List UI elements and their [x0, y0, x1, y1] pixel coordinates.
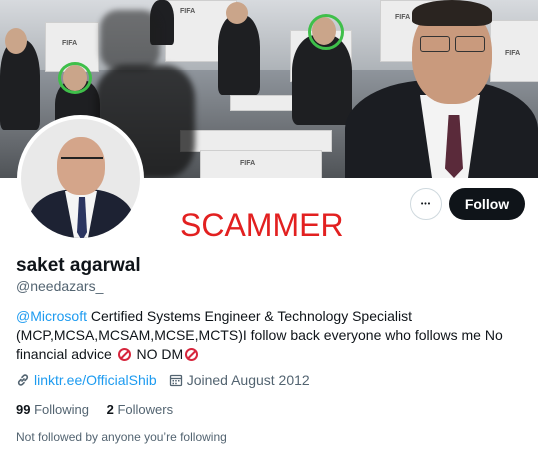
banner-blurred-head: [100, 10, 160, 70]
profile-avatar[interactable]: [17, 115, 144, 242]
banner-fifa-logo: FIFA: [62, 40, 78, 47]
banner-fifa-logo: FIFA: [180, 8, 196, 15]
profile-meta: linktr.ee/OfficialShib Joined August 201…: [16, 372, 310, 388]
banner-headset: [308, 14, 344, 50]
banner-man-hair: [412, 0, 492, 26]
profile-handle: @needazars_: [16, 278, 104, 294]
profile-joined-date: Joined August 2012: [186, 372, 310, 388]
bio-text: (MCP,MCSA,MCSAM,MCSE,MCTS)I follow back …: [16, 327, 503, 343]
banner-gamer-head: [226, 2, 248, 24]
banner-desk: [200, 150, 322, 178]
followers-label: Followers: [113, 402, 174, 417]
following-label: Following: [30, 402, 89, 417]
profile-website-link[interactable]: linktr.ee/OfficialShib: [34, 372, 157, 388]
link-icon: [16, 373, 30, 387]
calendar-icon: [169, 373, 183, 387]
followers-link[interactable]: 2 Followers: [107, 402, 173, 417]
following-link[interactable]: 99 Following: [16, 402, 89, 417]
bio-mention-link[interactable]: @Microsoft: [16, 308, 87, 324]
bio-text: Certified Systems Engineer & Technology …: [87, 308, 413, 324]
bio-text: financial advice: [16, 346, 116, 362]
scammer-overlay-label: SCAMMER: [180, 207, 344, 243]
not-followed-notice: Not followed by anyone you’re following: [16, 430, 227, 444]
banner-gamer-head: [5, 28, 27, 54]
banner-desk: [180, 130, 332, 152]
prohibited-icon: [117, 348, 131, 361]
banner-gamer: [218, 15, 260, 95]
avatar-glasses: [61, 157, 103, 169]
bio-text: NO DM: [132, 346, 184, 362]
followers-count: 2: [106, 402, 114, 417]
profile-display-name: saket agarwal: [16, 255, 141, 276]
banner-man-glasses: [420, 36, 450, 52]
avatar-photo: [21, 119, 140, 238]
follow-button[interactable]: Follow: [449, 188, 525, 220]
banner-gamer: [0, 40, 40, 130]
banner-man-glasses: [455, 36, 485, 52]
more-options-button[interactable]: •••: [410, 188, 442, 220]
banner-fifa-logo: FIFA: [505, 50, 521, 57]
following-count: 99: [16, 402, 31, 417]
banner-fifa-logo: FIFA: [395, 14, 411, 21]
more-icon: •••: [420, 200, 432, 208]
banner-fifa-logo: FIFA: [240, 160, 256, 167]
profile-stats: 99 Following 2 Followers: [16, 402, 173, 417]
prohibited-icon: [185, 348, 199, 361]
profile-bio: @Microsoft Certified Systems Engineer & …: [16, 307, 516, 364]
banner-headset: [58, 62, 92, 94]
